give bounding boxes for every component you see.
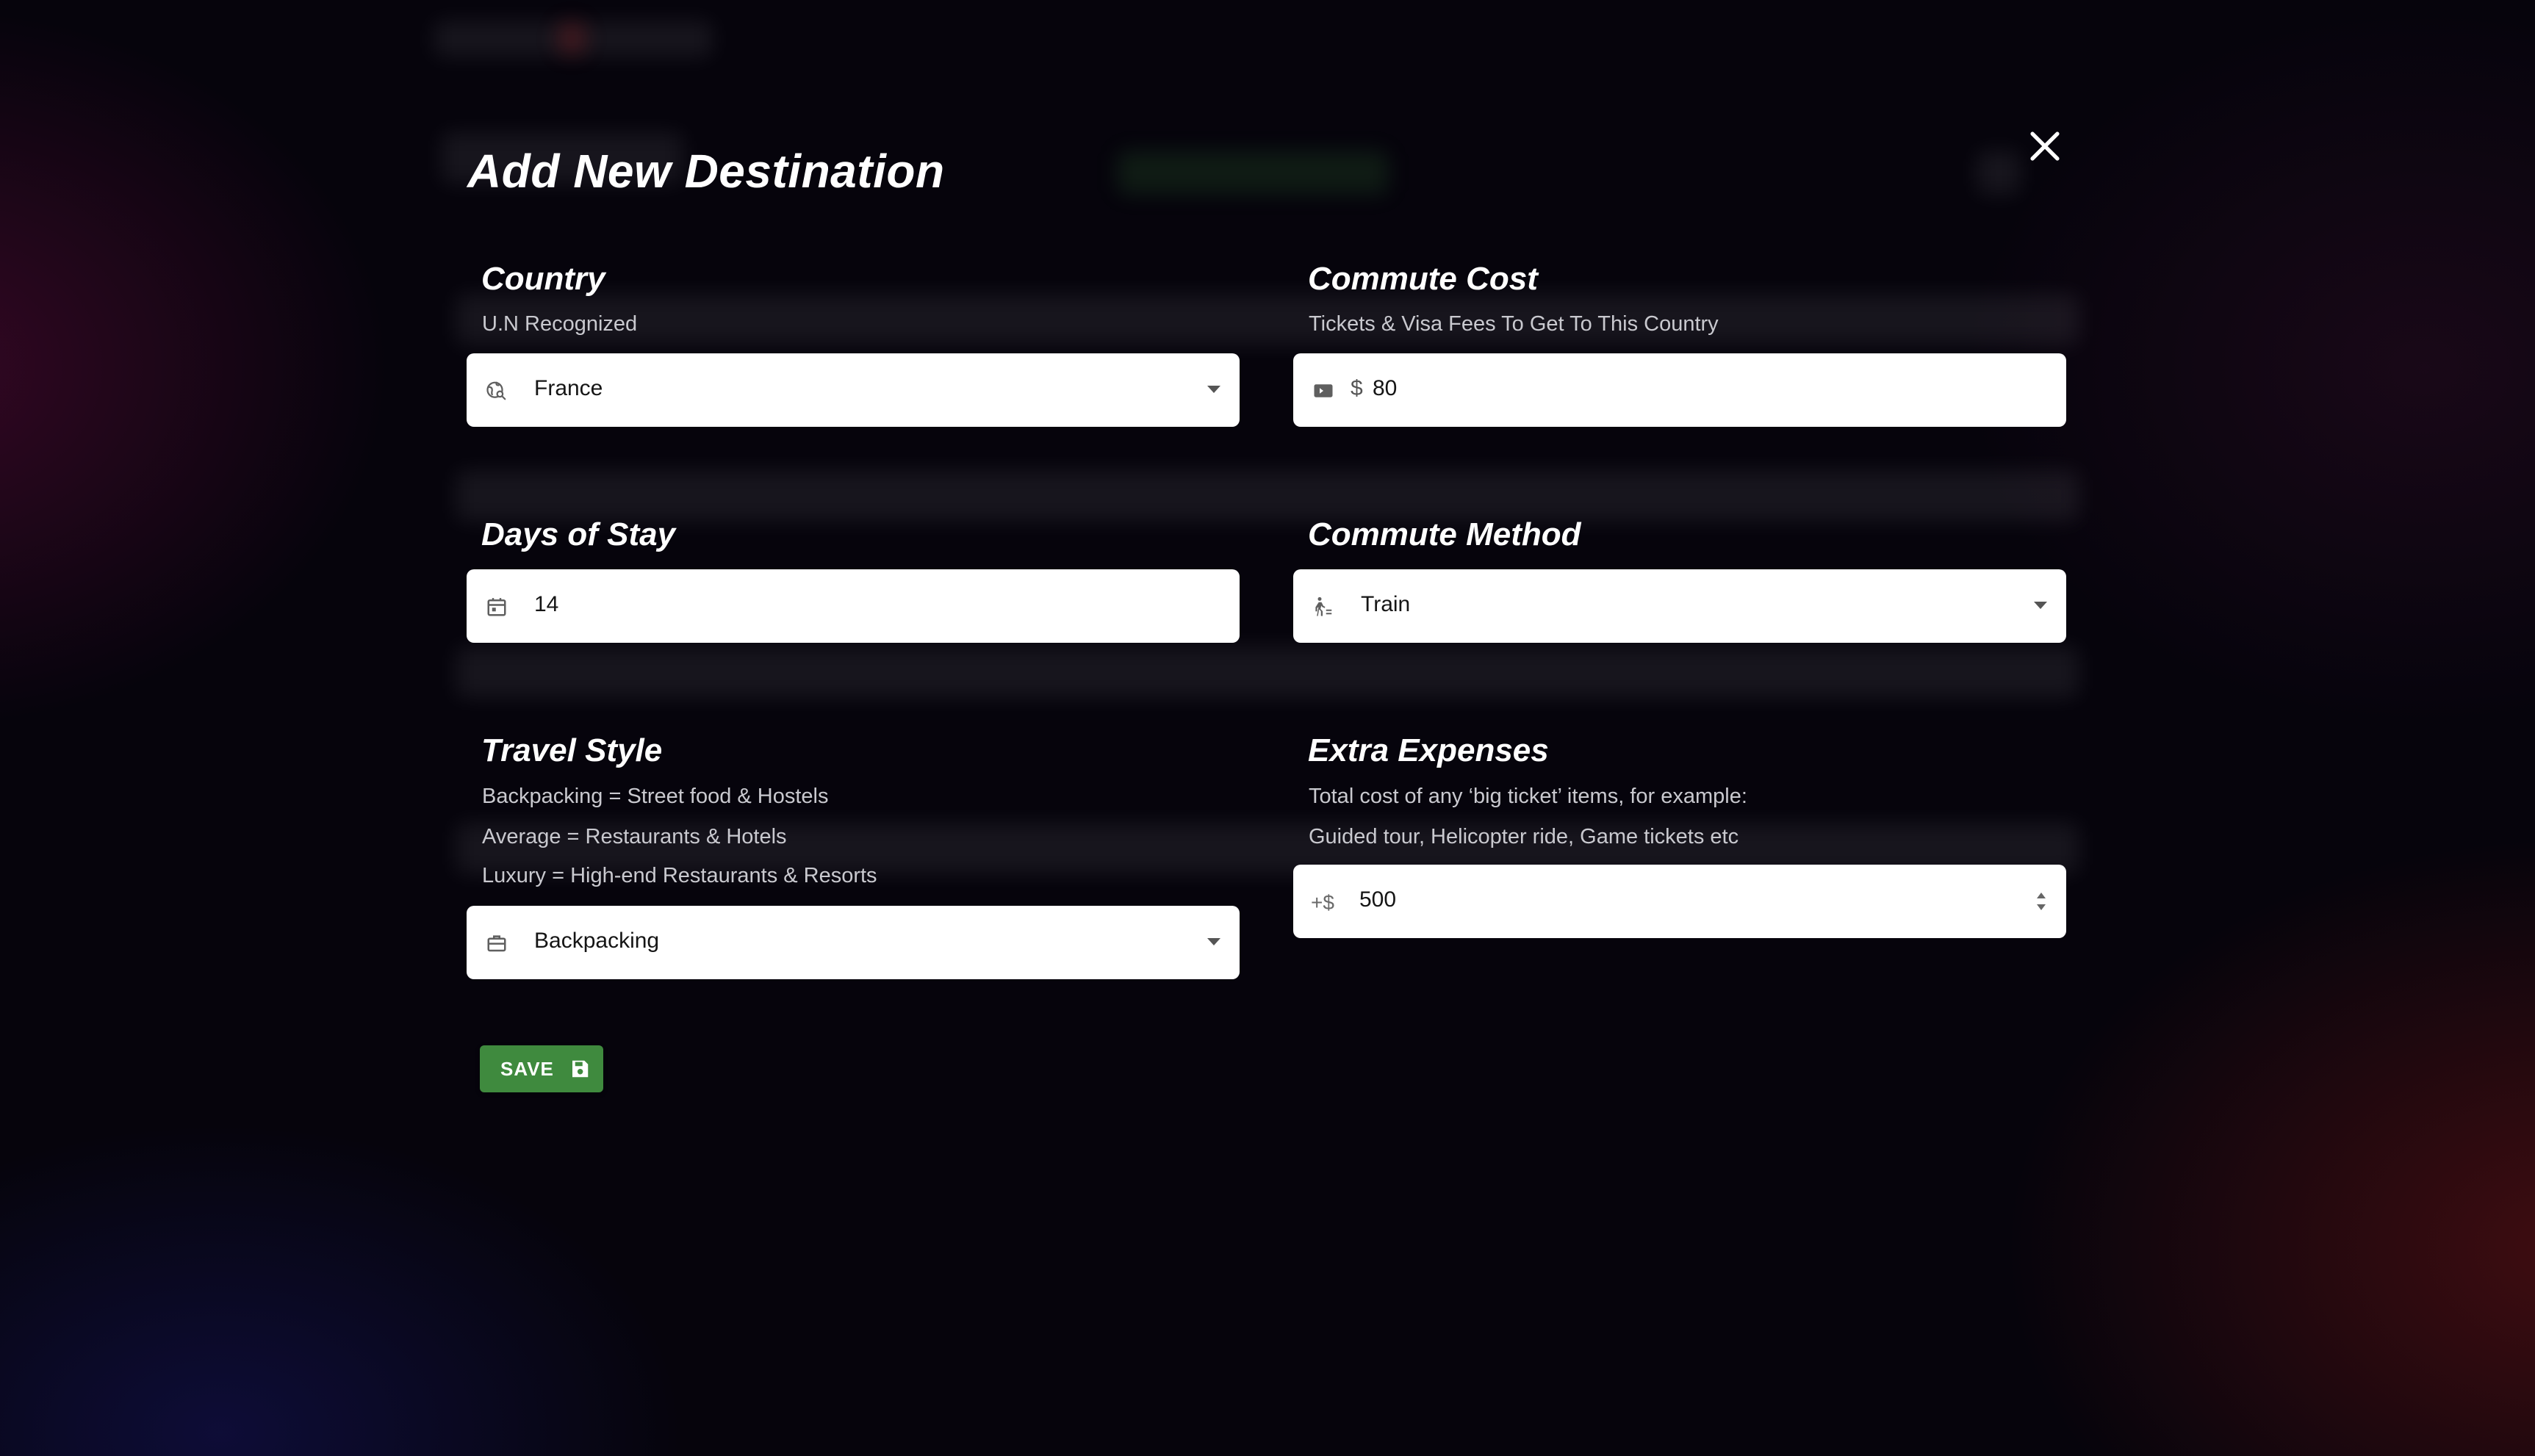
walk-icon — [1312, 596, 1334, 618]
stepper-down-icon[interactable] — [2037, 904, 2046, 910]
close-button[interactable] — [2024, 125, 2066, 167]
extra-expenses-label: Extra Expenses — [1308, 732, 1549, 768]
country-value: France — [534, 376, 603, 400]
days-of-stay-value: 14 — [534, 592, 559, 616]
ticket-icon — [1312, 380, 1334, 402]
travel-style-hint: Luxury = High-end Restaurants & Resorts — [482, 864, 877, 887]
commute-cost-hint: Tickets & Visa Fees To Get To This Count… — [1309, 312, 1719, 336]
close-icon — [2024, 131, 2066, 170]
country-hint: U.N Recognized — [482, 312, 638, 336]
extra-expenses-hint: Guided tour, Helicopter ride, Game ticke… — [1309, 825, 1739, 848]
travel-style-hint: Average = Restaurants & Hotels — [482, 825, 787, 848]
days-of-stay-input[interactable]: 14 — [467, 569, 1240, 643]
stepper-up-icon[interactable] — [2037, 893, 2046, 898]
calendar-icon — [486, 596, 508, 618]
travel-style-label: Travel Style — [481, 732, 663, 768]
commute-cost-input[interactable]: $ 80 — [1293, 353, 2066, 427]
globe-search-icon — [486, 380, 508, 402]
chevron-down-icon — [2034, 602, 2047, 609]
number-stepper[interactable] — [2035, 890, 2047, 913]
commute-cost-label: Commute Cost — [1308, 261, 1538, 297]
country-select[interactable]: France — [467, 353, 1240, 427]
commute-method-select[interactable]: Train — [1293, 569, 2066, 643]
days-of-stay-label: Days of Stay — [481, 516, 676, 552]
briefcase-icon — [486, 932, 508, 954]
currency-prefix: $ — [1351, 376, 1363, 400]
chevron-down-icon — [1207, 386, 1220, 393]
extra-expenses-input[interactable]: +$ 500 — [1293, 865, 2066, 938]
commute-method-value: Train — [1361, 592, 1411, 616]
travel-style-value: Backpacking — [534, 929, 660, 953]
commute-cost-value: 80 — [1373, 376, 1398, 400]
travel-style-select[interactable]: Backpacking — [467, 906, 1240, 979]
chevron-down-icon — [1207, 938, 1220, 945]
country-label: Country — [481, 261, 605, 297]
modal-title: Add New Destination — [467, 145, 945, 198]
extra-expenses-hint: Total cost of any ‘big ticket’ items, fo… — [1309, 785, 1747, 808]
travel-style-hint: Backpacking = Street food & Hostels — [482, 785, 829, 808]
background-logo-accent — [558, 22, 585, 54]
commute-method-label: Commute Method — [1308, 516, 1581, 552]
save-icon — [569, 1058, 591, 1080]
save-button[interactable]: SAVE — [480, 1045, 603, 1092]
extra-expenses-value: 500 — [1359, 887, 1397, 912]
save-button-label: SAVE — [500, 1057, 554, 1080]
plus-dollar-prefix: +$ — [1311, 891, 1334, 914]
